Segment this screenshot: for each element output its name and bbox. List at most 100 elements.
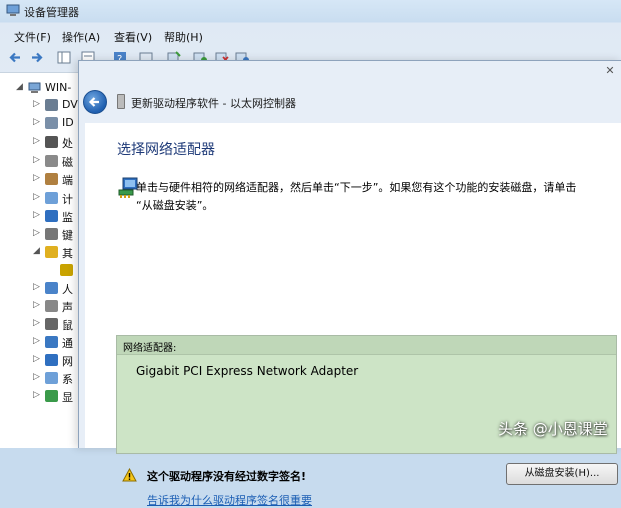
device-icon — [117, 94, 125, 109]
tree-item-label: 键 — [62, 229, 73, 242]
tree-item-label: 其 — [62, 247, 73, 260]
tree-item-label: 处 — [62, 137, 73, 150]
monitor-icon — [45, 210, 58, 222]
tree-item-label: 声 — [62, 301, 73, 314]
tree-item[interactable]: ◢ 其 — [0, 243, 82, 261]
expand-arrow-icon[interactable]: ▷ — [33, 336, 40, 346]
tree-item[interactable]: ▷ 网 — [0, 351, 82, 369]
usb-controller-icon — [45, 336, 58, 348]
tree-item[interactable]: ▷ DV — [0, 96, 82, 114]
show-hide-tree-icon[interactable] — [56, 50, 72, 65]
tree-item-label: 人 — [62, 283, 73, 296]
unknown-device-icon — [60, 264, 73, 276]
tree-item[interactable]: ▷ 计 — [0, 189, 82, 207]
instruction-line-2: “从磁盘安装”。 — [136, 199, 214, 212]
system-devices-icon — [45, 372, 58, 384]
dialog-heading: 更新驱动程序软件 - 以太网控制器 — [131, 97, 296, 110]
expand-arrow-icon[interactable]: ▷ — [33, 173, 40, 183]
list-header: 网络适配器: — [117, 336, 616, 355]
tree-item-label: 监 — [62, 211, 73, 224]
expand-arrow-icon[interactable]: ▷ — [33, 372, 40, 382]
warning-icon — [122, 468, 137, 482]
expand-arrow-icon[interactable]: ◢ — [33, 246, 40, 256]
tree-item-label: 端 — [62, 174, 73, 187]
other-devices-icon — [45, 246, 58, 258]
section-title: 选择网络适配器 — [117, 142, 215, 158]
device-manager-titlebar: 设备管理器 — [0, 0, 621, 22]
computer-icon — [28, 82, 41, 93]
instruction-line-1: 单击与硬件相符的网络适配器，然后单击“下一步”。如果您有这个功能的安装磁盘，请单… — [136, 181, 577, 194]
tree-item[interactable]: ▷ 通 — [0, 333, 82, 351]
expand-arrow-icon[interactable]: ▷ — [33, 228, 40, 238]
menu-bar: 文件(F) 操作(A) 查看(V) 帮助(H) — [0, 27, 621, 45]
display-adapter-icon — [45, 390, 58, 402]
expand-arrow-icon[interactable]: ▷ — [33, 99, 40, 109]
expand-arrow-icon[interactable]: ▷ — [33, 318, 40, 328]
device-manager-icon — [6, 4, 20, 16]
tree-item-label: 磁 — [62, 156, 73, 169]
tree-item[interactable]: ▷ 系 — [0, 369, 82, 387]
expand-arrow-icon[interactable]: ▷ — [33, 192, 40, 202]
dialog-body: 选择网络适配器 单击与硬件相符的网络适配器，然后单击“下一步”。如果您有这个功能… — [85, 123, 621, 507]
tree-item[interactable]: ▷ 鼠 — [0, 315, 82, 333]
expand-arrow-icon[interactable]: ▷ — [33, 282, 40, 292]
back-button[interactable] — [83, 90, 107, 114]
signing-help-link[interactable]: 告诉我为什么驱动程序签名很重要 — [147, 492, 312, 508]
processor-icon — [45, 136, 58, 148]
tree-item[interactable]: ▷ 人 — [0, 279, 82, 297]
tree-item-label: 计 — [62, 193, 73, 206]
tree-item[interactable]: ▷ 声 — [0, 297, 82, 315]
back-arrow-icon — [88, 97, 99, 107]
audio-icon — [45, 300, 58, 312]
forward-arrow-icon[interactable] — [28, 50, 44, 65]
warning-text: 这个驱动程序没有经过数字签名! — [147, 470, 307, 483]
expand-arrow-icon[interactable]: ▷ — [33, 155, 40, 165]
tree-item[interactable]: ▷ 磁 — [0, 152, 82, 170]
tree-item-label: 网 — [62, 355, 73, 368]
hid-icon — [45, 282, 58, 294]
tree-root-label: WIN- — [45, 81, 72, 94]
menu-file[interactable]: 文件(F) — [14, 29, 51, 45]
tree-root[interactable]: ◢ WIN- — [0, 79, 82, 97]
back-arrow-icon[interactable] — [8, 50, 24, 65]
port-icon — [45, 173, 58, 185]
expand-arrow-icon[interactable]: ▷ — [33, 117, 40, 127]
disk-drive-icon — [45, 155, 58, 167]
menu-view[interactable]: 查看(V) — [114, 29, 152, 45]
list-item[interactable]: Gigabit PCI Express Network Adapter — [136, 364, 358, 378]
network-adapter-icon — [45, 354, 58, 366]
expand-arrow-icon[interactable]: ▷ — [33, 136, 40, 146]
expand-arrow-icon[interactable]: ▷ — [33, 210, 40, 220]
tree-item[interactable]: ▷ 处 — [0, 133, 82, 151]
tree-item[interactable] — [0, 261, 82, 279]
have-disk-button[interactable]: 从磁盘安装(H)... — [506, 463, 618, 485]
device-tree: ◢ WIN- ▷ DV ▷ ID ▷ 处 ▷ 磁 ▷ 端 ▷ 计 ▷ 监 ▷ 键 ◢ 其 ▷ 人 ▷ 声 ▷ 鼠 ▷ 通 ▷ 网 ▷ 系 ▷… — [0, 72, 82, 448]
device-manager-title: 设备管理器 — [24, 6, 79, 19]
tree-item-label: DV — [62, 98, 78, 111]
update-driver-dialog: ✕ 更新驱动程序软件 - 以太网控制器 选择网络适配器 单击与硬件相符的网络适配… — [78, 60, 621, 507]
dialog-header-bar: 更新驱动程序软件 - 以太网控制器 — [79, 79, 621, 119]
tree-item-label: 鼠 — [62, 319, 73, 332]
expand-arrow-icon[interactable]: ▷ — [33, 390, 40, 400]
tree-item[interactable]: ▷ 键 — [0, 225, 82, 243]
expand-arrow-icon[interactable]: ▷ — [33, 354, 40, 364]
keyboard-icon — [45, 228, 58, 240]
collapse-arrow-icon[interactable]: ◢ — [16, 82, 23, 92]
tree-item[interactable]: ▷ 端 — [0, 170, 82, 188]
tree-item[interactable]: ▷ 监 — [0, 207, 82, 225]
tree-item-label: ID — [62, 116, 74, 129]
tree-item-label: 系 — [62, 373, 73, 386]
close-icon[interactable]: ✕ — [602, 64, 618, 78]
computer-icon — [45, 192, 58, 204]
menu-action[interactable]: 操作(A) — [62, 29, 100, 45]
tree-item[interactable]: ▷ ID — [0, 114, 82, 132]
list-header-label: 网络适配器: — [123, 343, 177, 354]
tree-item-label: 显 — [62, 391, 73, 404]
expand-arrow-icon[interactable]: ▷ — [33, 300, 40, 310]
dvd-drive-icon — [45, 99, 58, 111]
tree-item[interactable]: ▷ 显 — [0, 387, 82, 405]
ide-controller-icon — [45, 117, 58, 129]
menu-help[interactable]: 帮助(H) — [164, 29, 203, 45]
tree-item-label: 通 — [62, 337, 73, 350]
mouse-icon — [45, 318, 58, 330]
